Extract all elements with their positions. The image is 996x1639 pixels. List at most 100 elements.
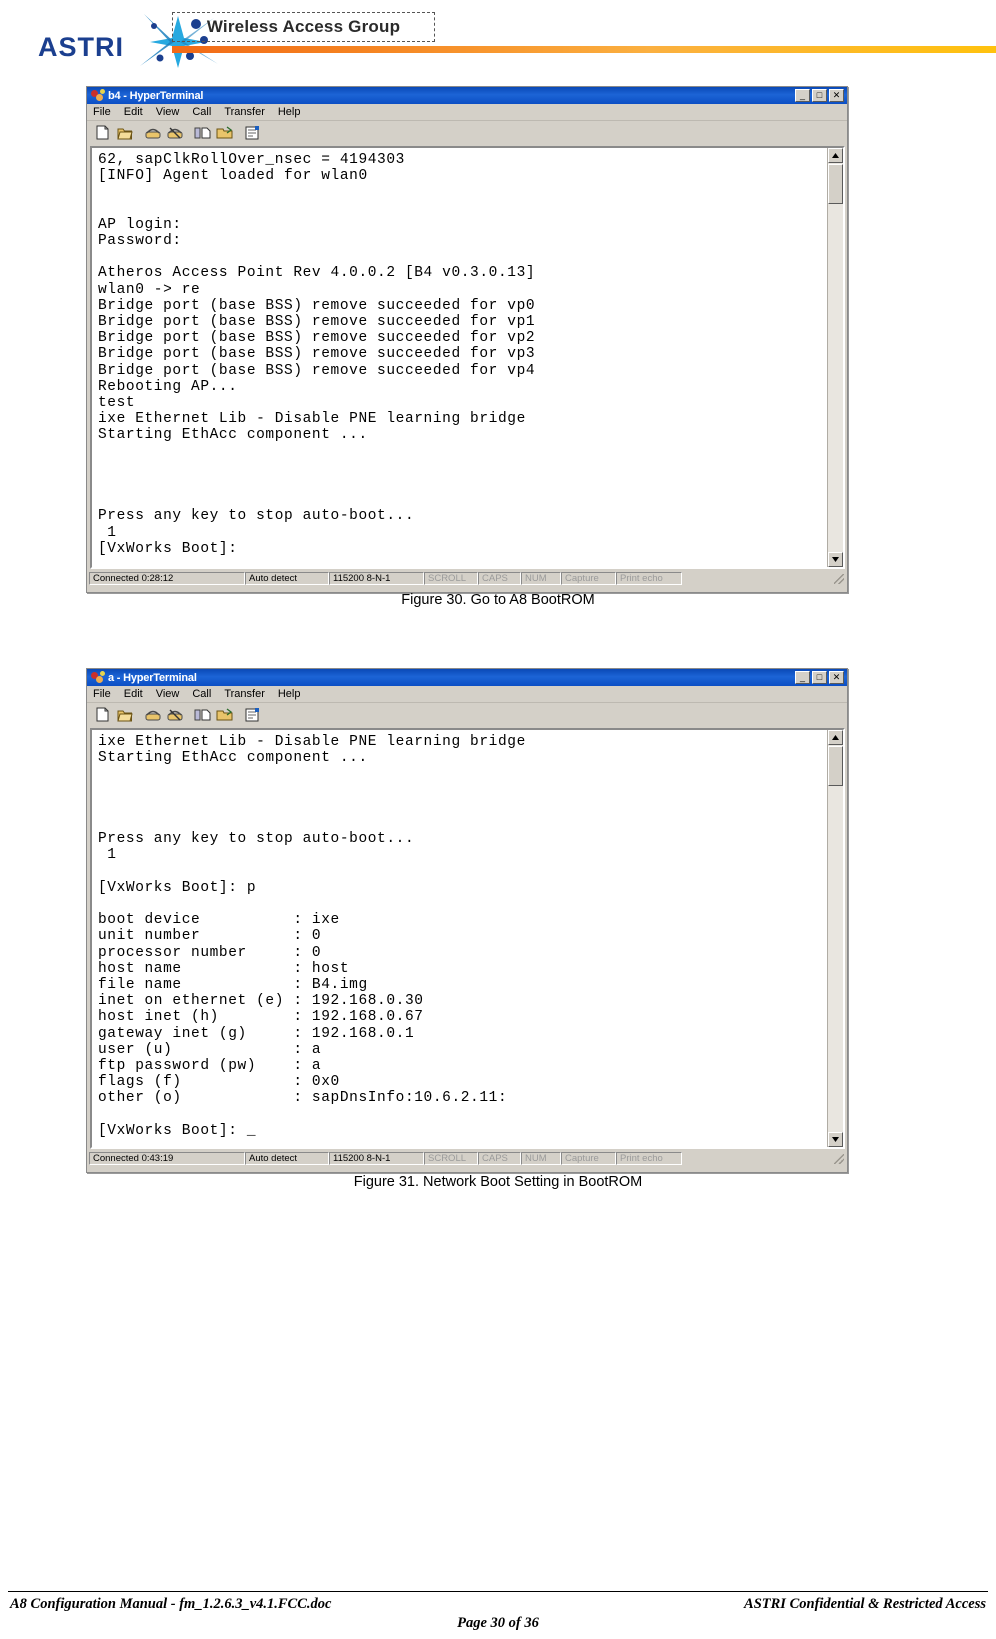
properties-icon[interactable] [242, 704, 263, 725]
window-resize-grip[interactable] [682, 1152, 845, 1165]
footer-page-number: Page 30 of 36 [457, 1615, 539, 1631]
status-connected: Connected 0:28:12 [89, 572, 245, 585]
terminal-line: gateway inet (g) : 192.168.0.1 [98, 1025, 415, 1042]
hyperterminal-icon [91, 89, 105, 102]
terminal-line: ftp password (pw) : a [98, 1058, 322, 1075]
menu-edit[interactable]: Edit [124, 688, 143, 700]
scroll-down-icon[interactable] [828, 1132, 843, 1147]
terminal-line: flags (f) : 0x0 [98, 1074, 340, 1091]
terminal-line: [VxWorks Boot]: p [98, 879, 257, 896]
toolbar-1[interactable] [87, 121, 847, 144]
terminal-line: Starting EthAcc component ... [98, 427, 368, 444]
minimize-button[interactable]: _ [795, 671, 810, 684]
window-resize-grip[interactable] [682, 572, 845, 585]
statusbar-1: Connected 0:28:12 Auto detect 115200 8-N… [87, 571, 847, 587]
terminal-line: wlan0 -> re [98, 281, 201, 298]
status-print-echo: Print echo [616, 572, 682, 585]
terminal-client-area-1: 62, sapClkRollOver_nsec = 4194303 [INFO]… [87, 144, 847, 571]
menu-call[interactable]: Call [192, 688, 211, 700]
menu-edit[interactable]: Edit [124, 106, 143, 118]
terminal-line: test [98, 395, 136, 412]
window-buttons-2[interactable]: _ □ ✕ [795, 671, 845, 684]
window-buttons-1[interactable]: _ □ ✕ [795, 89, 845, 102]
status-scroll: SCROLL [424, 572, 478, 585]
status-connected: Connected 0:43:19 [89, 1152, 245, 1165]
status-num: NUM [521, 1152, 561, 1165]
window-titlebar-1[interactable]: b4 - HyperTerminal _ □ ✕ [87, 87, 847, 104]
terminal-line: other (o) : sapDnsInfo:10.6.2.11: [98, 1090, 508, 1107]
terminal-line: user (u) : a [98, 1041, 322, 1058]
menubar-1[interactable]: File Edit View Call Transfer Help [87, 104, 847, 121]
send-file-icon[interactable] [192, 122, 213, 143]
wireless-access-group-title: Wireless Access Group [206, 17, 401, 36]
figure-caption-31: Figure 31. Network Boot Setting in BootR… [353, 1174, 643, 1190]
status-caps: CAPS [478, 1152, 521, 1165]
terminal-frame-1: 62, sapClkRollOver_nsec = 4194303 [INFO]… [90, 146, 845, 569]
figure-caption-30: Figure 30. Go to A8 BootROM [401, 592, 595, 608]
menu-transfer[interactable]: Transfer [224, 106, 265, 118]
toolbar-2[interactable] [87, 703, 847, 726]
status-num: NUM [521, 572, 561, 585]
disconnect-icon[interactable] [164, 704, 185, 725]
menubar-2[interactable]: File Edit View Call Transfer Help [87, 686, 847, 703]
new-connection-icon[interactable] [92, 704, 113, 725]
terminal-line: file name : B4.img [98, 977, 368, 994]
scrollbar-thumb[interactable] [828, 746, 843, 786]
scroll-down-icon[interactable] [828, 552, 843, 567]
terminal-screen-2[interactable]: ixe Ethernet Lib - Disable PNE learning … [92, 730, 827, 1147]
menu-file[interactable]: File [93, 106, 111, 118]
terminal-line: Starting EthAcc component ... [98, 750, 368, 767]
scroll-up-icon[interactable] [828, 730, 843, 745]
terminal-line: 1 [98, 847, 117, 864]
statusbar-2: Connected 0:43:19 Auto detect 115200 8-N… [87, 1151, 847, 1167]
open-icon[interactable] [114, 704, 135, 725]
terminal-line: boot device : ixe [98, 912, 340, 929]
menu-view[interactable]: View [156, 106, 180, 118]
minimize-button[interactable]: _ [795, 89, 810, 102]
status-line-settings: 115200 8-N-1 [329, 1152, 424, 1165]
terminal-line: [VxWorks Boot]: [98, 540, 238, 557]
call-icon[interactable] [142, 122, 163, 143]
scrollbar-thumb[interactable] [828, 164, 843, 204]
disconnect-icon[interactable] [164, 122, 185, 143]
new-connection-icon[interactable] [92, 122, 113, 143]
terminal-line: Bridge port (base BSS) remove succeeded … [98, 362, 536, 379]
hyperterminal-window-2[interactable]: a - HyperTerminal _ □ ✕ File Edit View C… [86, 668, 848, 1173]
maximize-button[interactable]: □ [812, 89, 827, 102]
menu-help[interactable]: Help [278, 688, 301, 700]
terminal-line: Atheros Access Point Rev 4.0.0.2 [B4 v0.… [98, 265, 536, 282]
hyperterminal-window-1[interactable]: b4 - HyperTerminal _ □ ✕ File Edit View … [86, 86, 848, 593]
terminal-screen-1[interactable]: 62, sapClkRollOver_nsec = 4194303 [INFO]… [92, 148, 827, 567]
status-scroll: SCROLL [424, 1152, 478, 1165]
status-detect: Auto detect [245, 572, 329, 585]
window-titlebar-2[interactable]: a - HyperTerminal _ □ ✕ [87, 669, 847, 686]
properties-icon[interactable] [242, 122, 263, 143]
terminal-line: Bridge port (base BSS) remove succeeded … [98, 346, 536, 363]
terminal-line: Bridge port (base BSS) remove succeeded … [98, 330, 536, 347]
receive-file-icon[interactable] [214, 122, 235, 143]
menu-file[interactable]: File [93, 688, 111, 700]
call-icon[interactable] [142, 704, 163, 725]
terminal-line: AP login: [98, 216, 182, 233]
terminal-line: 1 [98, 524, 117, 541]
open-icon[interactable] [114, 122, 135, 143]
close-button[interactable]: ✕ [829, 89, 844, 102]
maximize-button[interactable]: □ [812, 671, 827, 684]
close-button[interactable]: ✕ [829, 671, 844, 684]
send-file-icon[interactable] [192, 704, 213, 725]
receive-file-icon[interactable] [214, 704, 235, 725]
menu-view[interactable]: View [156, 688, 180, 700]
status-capture: Capture [561, 1152, 616, 1165]
scroll-up-icon[interactable] [828, 148, 843, 163]
menu-help[interactable]: Help [278, 106, 301, 118]
window-title-2: a - HyperTerminal [108, 671, 197, 684]
terminal-scrollbar-1[interactable] [827, 148, 843, 567]
menu-call[interactable]: Call [192, 106, 211, 118]
menu-transfer[interactable]: Transfer [224, 688, 265, 700]
terminal-scrollbar-2[interactable] [827, 730, 843, 1147]
